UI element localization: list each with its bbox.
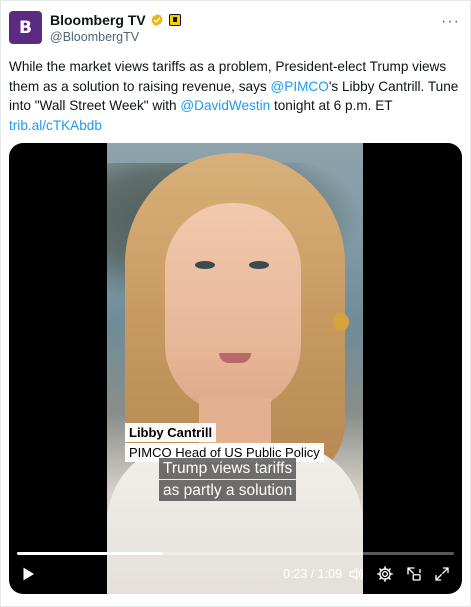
tweet-text-segment: into "Wall Street Week" with bbox=[9, 98, 181, 113]
progress-fill bbox=[17, 552, 163, 555]
progress-bar[interactable] bbox=[17, 552, 454, 555]
speaker-mouth bbox=[219, 353, 251, 363]
tweet-url-link[interactable]: trib.al/cTKAbdb bbox=[9, 116, 464, 136]
tweet-header: B Bloomberg TV @BloombergTV ··· bbox=[9, 9, 462, 49]
avatar[interactable]: B bbox=[9, 11, 42, 44]
tweet-text-segment: tonight at 6 p.m. ET bbox=[270, 98, 393, 113]
speaker-eye bbox=[195, 261, 215, 269]
volume-icon[interactable] bbox=[347, 565, 365, 583]
time-display: 0:23 / 1:09 bbox=[283, 567, 343, 581]
lower-third: Libby Cantrill PIMCO Head of US Public P… bbox=[125, 423, 324, 462]
fullscreen-icon[interactable] bbox=[433, 565, 451, 583]
mention-pimco-link[interactable]: @PIMCO bbox=[270, 79, 328, 94]
name-row: Bloomberg TV bbox=[50, 12, 181, 28]
video-frame[interactable] bbox=[107, 143, 363, 594]
tweet-text: While the market views tariffs as a prob… bbox=[9, 57, 464, 135]
display-name[interactable]: Bloomberg TV bbox=[50, 12, 146, 28]
video-controls: 0:23 / 1:09 bbox=[9, 556, 462, 594]
speaker-face bbox=[165, 203, 301, 413]
settings-gear-icon[interactable] bbox=[376, 565, 394, 583]
video-caption: Trump views tariffs as partly a solution bbox=[159, 458, 297, 502]
lower-third-name: Libby Cantrill bbox=[125, 423, 217, 442]
avatar-letter: B bbox=[19, 17, 32, 38]
tweet-card: B Bloomberg TV @BloombergTV ··· While th… bbox=[0, 0, 471, 607]
speaker-earring bbox=[333, 313, 349, 331]
verified-badge-icon bbox=[151, 13, 163, 27]
tweet-text-segment: them as a solution to raising revenue, s… bbox=[9, 78, 271, 94]
more-options-icon[interactable]: ··· bbox=[441, 13, 460, 31]
tweet-line-2: them as a solution to raising revenue, s… bbox=[9, 77, 464, 97]
caption-line-1: Trump views tariffs bbox=[159, 458, 297, 479]
tweet-line-1: While the market views tariffs as a prob… bbox=[9, 59, 447, 74]
mention-davidwestin-link[interactable]: @DavidWestin bbox=[180, 98, 270, 113]
handle[interactable]: @BloombergTV bbox=[50, 30, 139, 44]
video-player[interactable]: Libby Cantrill PIMCO Head of US Public P… bbox=[9, 143, 462, 594]
caption-line-2: as partly a solution bbox=[159, 480, 297, 501]
speaker-eye bbox=[249, 261, 269, 269]
tweet-line-3: into "Wall Street Week" with @DavidWesti… bbox=[9, 96, 464, 116]
affiliate-badge-icon bbox=[168, 14, 181, 26]
picture-in-picture-icon[interactable] bbox=[405, 565, 423, 583]
tweet-text-segment: 's Libby Cantrill. Tune bbox=[328, 78, 459, 94]
play-icon[interactable] bbox=[19, 565, 37, 583]
